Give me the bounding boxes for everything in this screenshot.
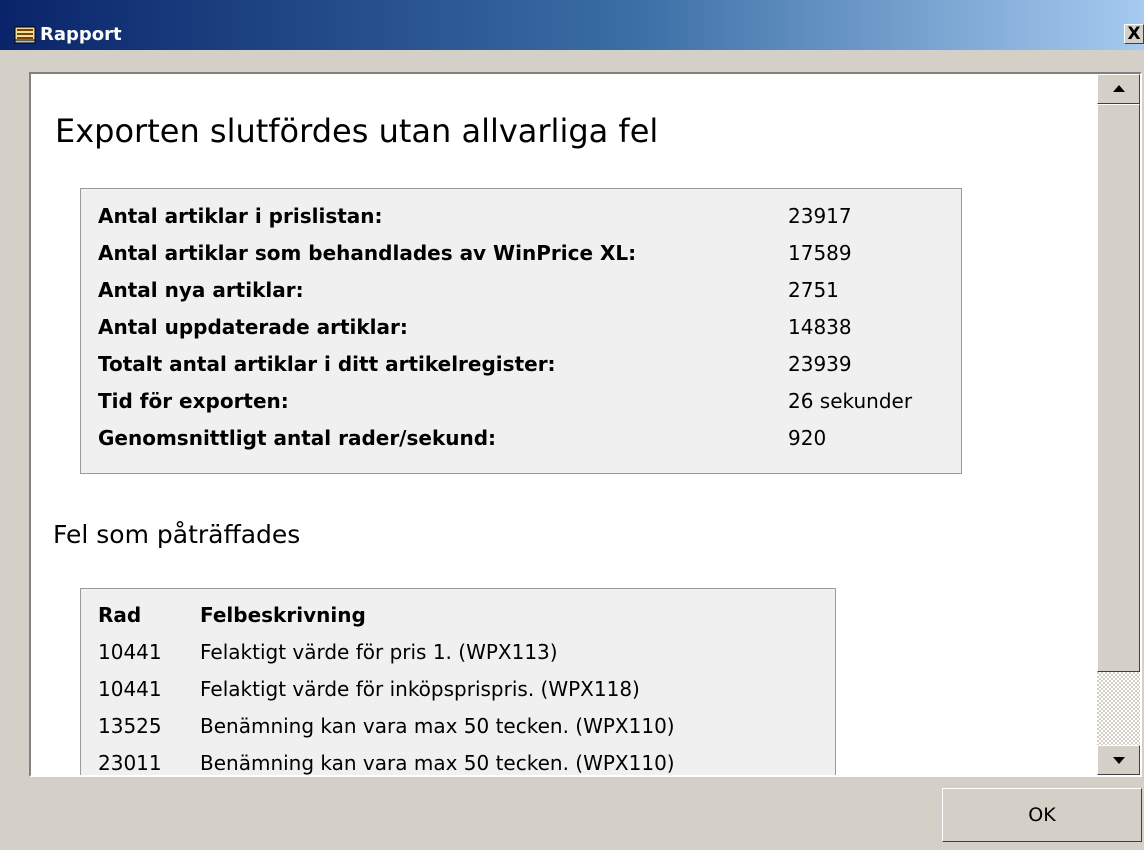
column-header-description: Felbeskrivning (200, 603, 366, 627)
window-title: Rapport (40, 24, 122, 45)
error-row-number: 10441 (98, 677, 162, 701)
stats-label: Genomsnittligt antal rader/sekund: (98, 426, 497, 450)
error-row-number: 23011 (98, 751, 162, 775)
close-button[interactable]: X (1124, 24, 1144, 44)
stats-value: 26 sekunder (788, 389, 913, 413)
report-heading: Exporten slutfördes utan allvarliga fel (55, 112, 659, 150)
report-content: Exporten slutfördes utan allvarliga fel … (31, 74, 1097, 775)
stats-value: 23939 (788, 352, 852, 376)
title-bar[interactable]: Rapport X (0, 0, 1144, 50)
error-description: Felaktigt värde för inköpsprispris. (WPX… (200, 677, 640, 701)
report-app-icon (14, 26, 36, 44)
stats-table: Antal artiklar i prislistan: 23917 Antal… (80, 188, 962, 474)
close-icon: X (1127, 24, 1141, 44)
stats-label: Antal artiklar i prislistan: (98, 204, 383, 228)
stats-label: Antal artiklar som behandlades av WinPri… (98, 241, 637, 265)
scroll-up-button[interactable] (1097, 74, 1140, 104)
stats-label: Totalt antal artiklar i ditt artikelregi… (98, 352, 556, 376)
stats-value: 14838 (788, 315, 852, 339)
arrow-up-icon (1113, 85, 1125, 92)
vertical-scrollbar[interactable] (1097, 74, 1140, 775)
stats-value: 2751 (788, 278, 839, 302)
errors-table: Rad Felbeskrivning 10441 Felaktigt värde… (80, 588, 836, 775)
arrow-down-icon (1113, 757, 1125, 764)
stats-value: 920 (788, 426, 827, 450)
error-row-number: 10441 (98, 640, 162, 664)
error-description: Benämning kan vara max 50 tecken. (WPX11… (200, 751, 675, 775)
stats-label: Tid för exporten: (98, 389, 289, 413)
stats-value: 17589 (788, 241, 852, 265)
stats-label: Antal nya artiklar: (98, 278, 304, 302)
stats-value: 23917 (788, 204, 852, 228)
column-header-row: Rad (98, 603, 142, 627)
error-description: Benämning kan vara max 50 tecken. (WPX11… (200, 714, 675, 738)
ok-button[interactable]: OK (942, 788, 1142, 842)
scroll-down-button[interactable] (1097, 745, 1140, 775)
error-row-number: 13525 (98, 714, 162, 738)
scrollbar-thumb[interactable] (1097, 104, 1140, 672)
stats-label: Antal uppdaterade artiklar: (98, 315, 408, 339)
error-description: Felaktigt värde för pris 1. (WPX113) (200, 640, 558, 664)
errors-heading: Fel som påträffades (53, 520, 301, 549)
